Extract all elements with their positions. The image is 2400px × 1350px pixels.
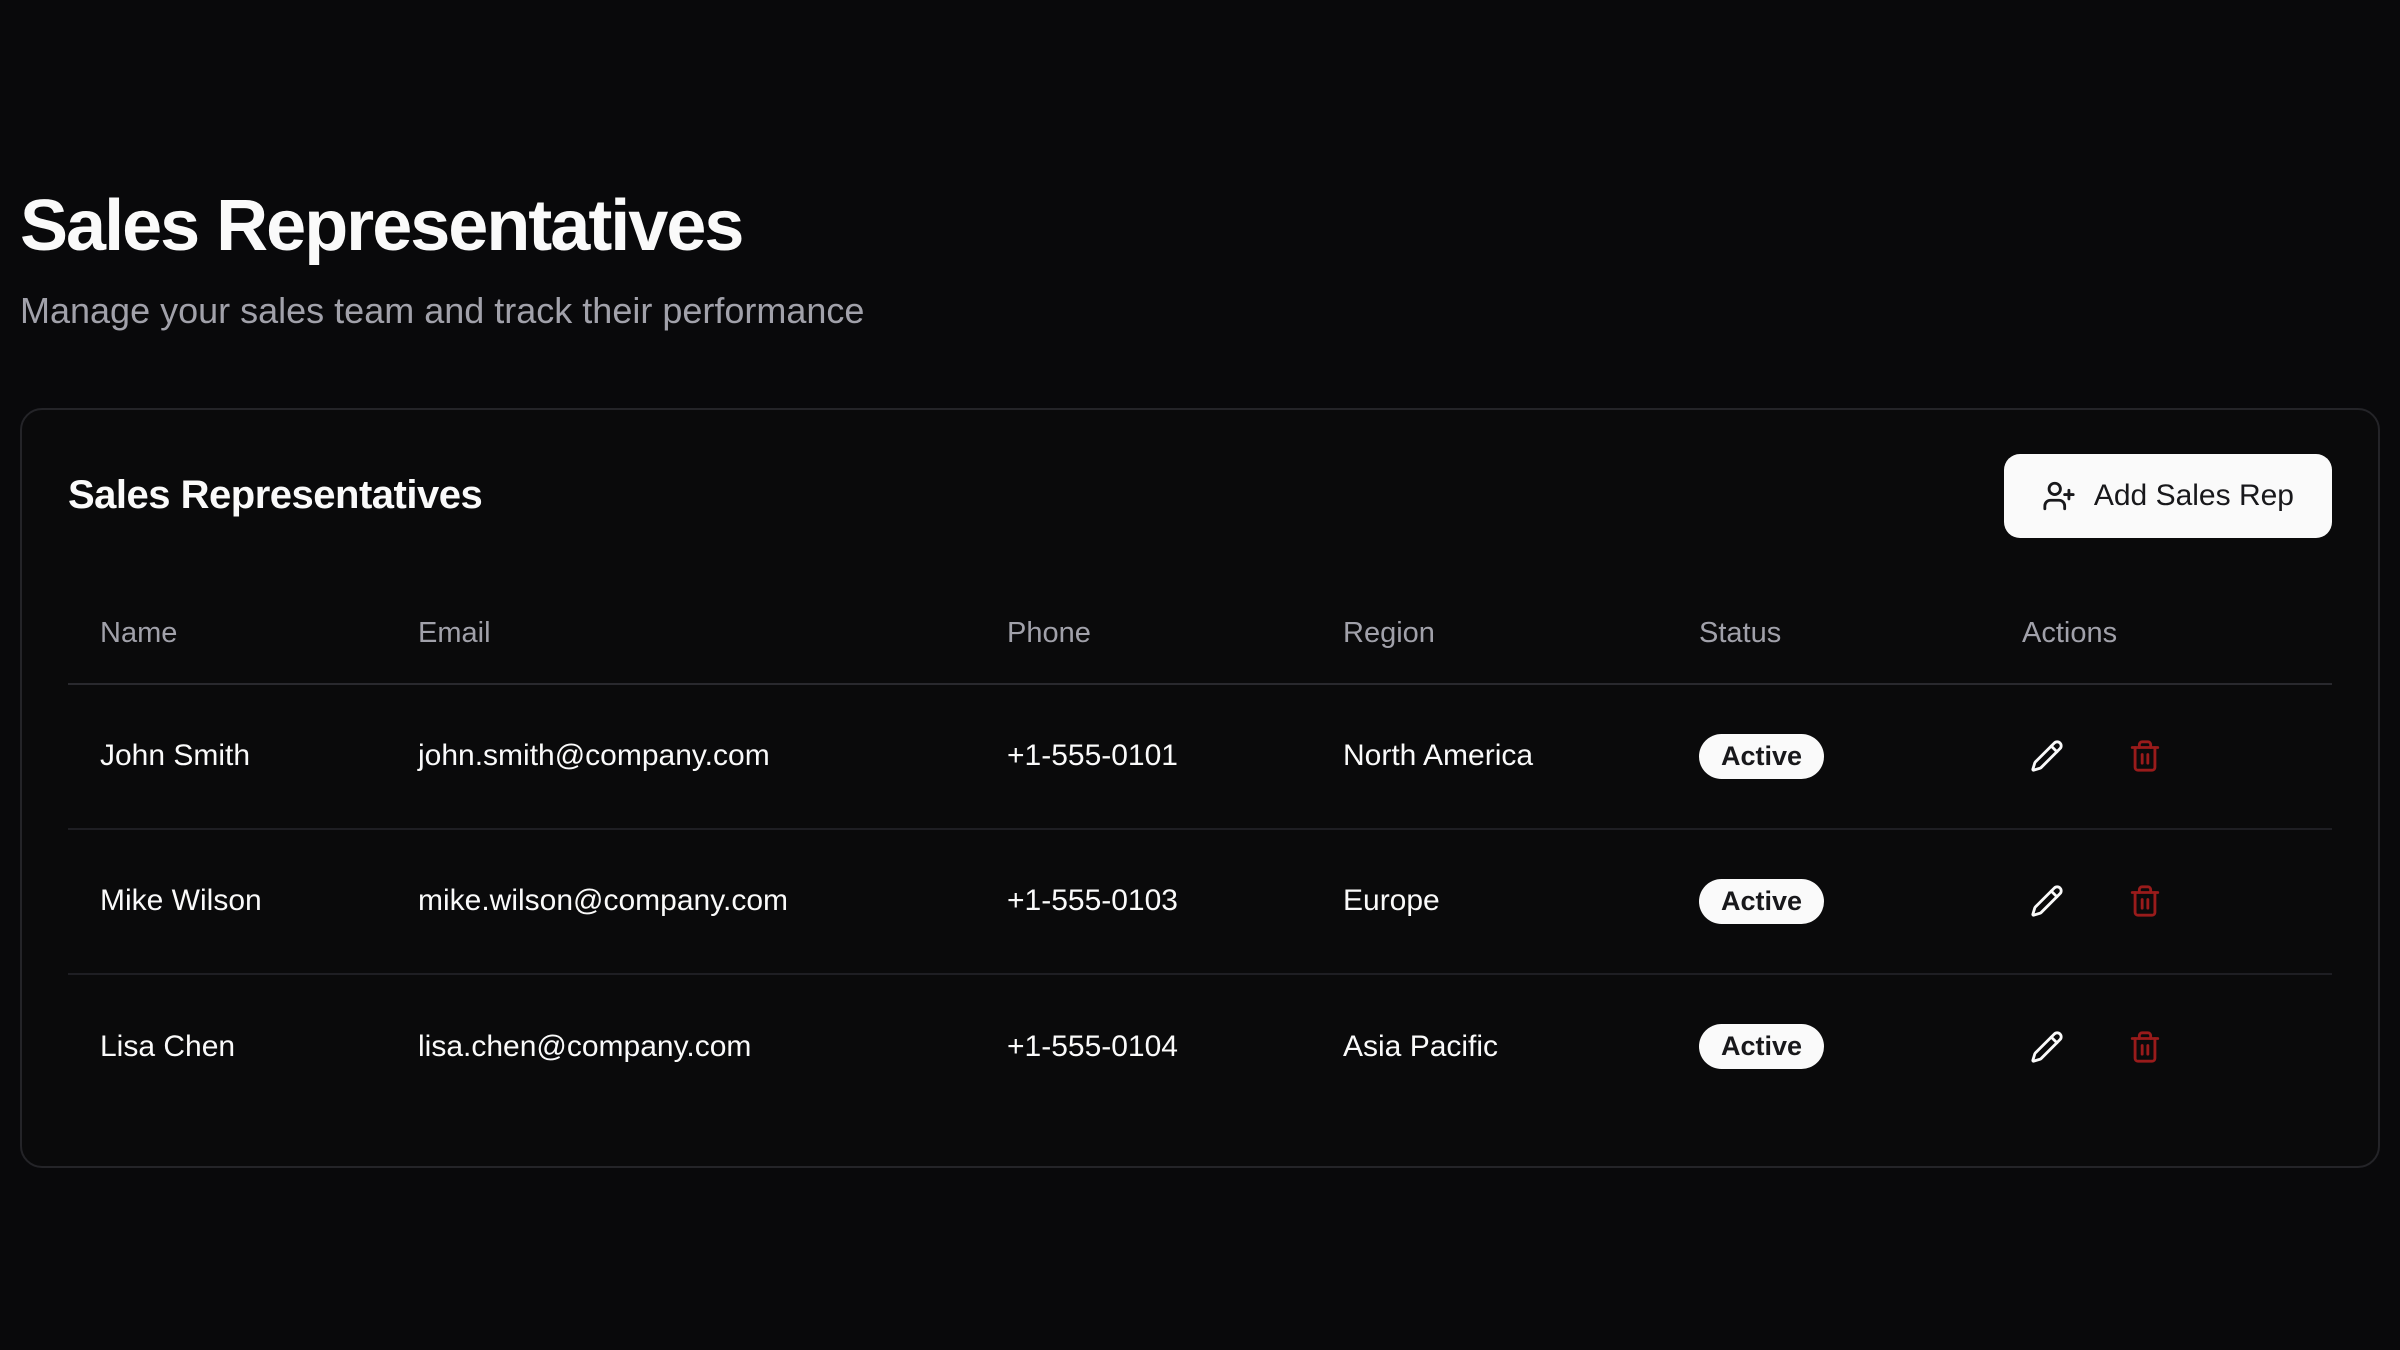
row-actions [2022, 876, 2300, 926]
page-subtitle: Manage your sales team and track their p… [20, 289, 2380, 332]
table-row: Lisa Chen lisa.chen@company.com +1-555-0… [68, 974, 2332, 1119]
add-sales-rep-button[interactable]: Add Sales Rep [2004, 454, 2332, 538]
delete-button[interactable] [2120, 876, 2170, 926]
edit-button[interactable] [2022, 731, 2072, 781]
user-plus-icon [2042, 479, 2076, 513]
cell-name: Lisa Chen [68, 974, 386, 1119]
cell-email: mike.wilson@company.com [386, 829, 975, 974]
table-header-row: Name Email Phone Region Status Actions [68, 584, 2332, 684]
trash-icon [2128, 884, 2162, 918]
column-header-phone: Phone [975, 584, 1311, 684]
cell-name: John Smith [68, 684, 386, 829]
status-badge: Active [1699, 1024, 1824, 1069]
column-header-actions: Actions [1990, 584, 2332, 684]
cell-name: Mike Wilson [68, 829, 386, 974]
page-title: Sales Representatives [20, 0, 2380, 267]
pencil-icon [2030, 1030, 2064, 1064]
column-header-email: Email [386, 584, 975, 684]
sales-reps-card: Sales Representatives Add Sales Rep Name… [20, 408, 2380, 1168]
cell-region: Asia Pacific [1311, 974, 1667, 1119]
pencil-icon [2030, 739, 2064, 773]
table-row: Mike Wilson mike.wilson@company.com +1-5… [68, 829, 2332, 974]
delete-button[interactable] [2120, 731, 2170, 781]
card-title: Sales Representatives [68, 473, 482, 518]
cell-actions [1990, 974, 2332, 1119]
cell-region: North America [1311, 684, 1667, 829]
status-badge: Active [1699, 734, 1824, 779]
edit-button[interactable] [2022, 876, 2072, 926]
trash-icon [2128, 739, 2162, 773]
trash-icon [2128, 1030, 2162, 1064]
status-badge: Active [1699, 879, 1824, 924]
cell-phone: +1-555-0103 [975, 829, 1311, 974]
cell-phone: +1-555-0101 [975, 684, 1311, 829]
cell-actions [1990, 684, 2332, 829]
column-header-status: Status [1667, 584, 1990, 684]
edit-button[interactable] [2022, 1022, 2072, 1072]
add-sales-rep-label: Add Sales Rep [2094, 479, 2294, 513]
cell-status: Active [1667, 829, 1990, 974]
cell-status: Active [1667, 684, 1990, 829]
sales-representatives-page: Sales Representatives Manage your sales … [0, 0, 2400, 1350]
row-actions [2022, 731, 2300, 781]
row-actions [2022, 1022, 2300, 1072]
pencil-icon [2030, 884, 2064, 918]
cell-email: john.smith@company.com [386, 684, 975, 829]
cell-status: Active [1667, 974, 1990, 1119]
table-row: John Smith john.smith@company.com +1-555… [68, 684, 2332, 829]
delete-button[interactable] [2120, 1022, 2170, 1072]
cell-actions [1990, 829, 2332, 974]
cell-region: Europe [1311, 829, 1667, 974]
column-header-name: Name [68, 584, 386, 684]
cell-email: lisa.chen@company.com [386, 974, 975, 1119]
sales-reps-table: Name Email Phone Region Status Actions J… [68, 584, 2332, 1119]
cell-phone: +1-555-0104 [975, 974, 1311, 1119]
column-header-region: Region [1311, 584, 1667, 684]
card-header: Sales Representatives Add Sales Rep [68, 454, 2332, 538]
